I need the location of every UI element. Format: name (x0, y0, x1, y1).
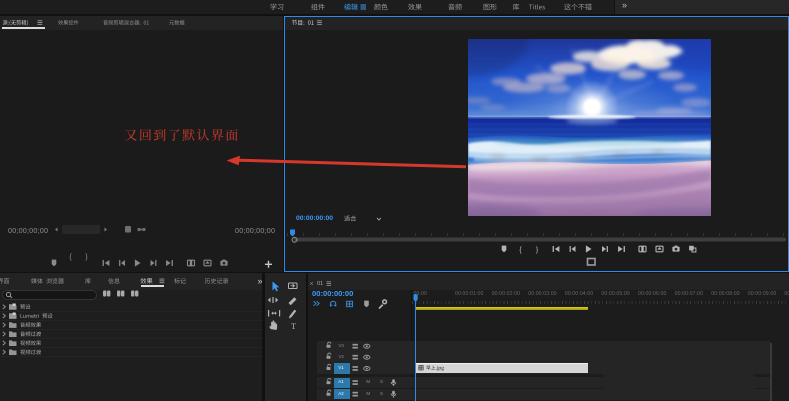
svg-text:}: } (85, 252, 88, 261)
svg-text:{: { (519, 245, 522, 254)
svg-text:}: } (536, 245, 539, 254)
svg-text:{: { (69, 252, 72, 261)
